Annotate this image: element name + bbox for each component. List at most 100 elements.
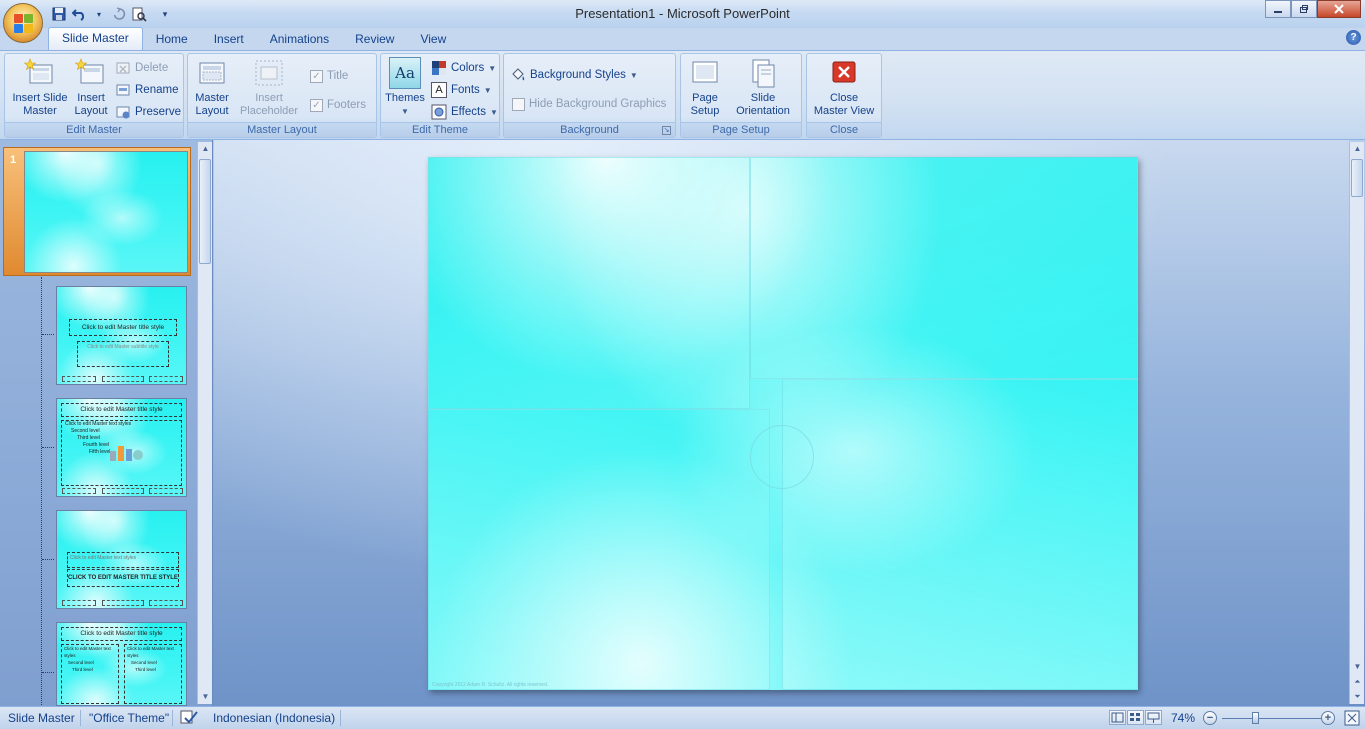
background-styles-button[interactable]: Background Styles ▼ xyxy=(510,66,638,84)
page-setup-group-label: Page Setup xyxy=(681,122,801,137)
preserve-button[interactable]: Preserve xyxy=(115,103,181,121)
status-language[interactable]: Indonesian (Indonesia) xyxy=(213,711,335,725)
zoom-level[interactable]: 74% xyxy=(1171,711,1195,725)
colors-label: Colors xyxy=(451,62,485,74)
spell-check-icon[interactable] xyxy=(180,709,198,728)
tab-insert[interactable]: Insert xyxy=(201,29,257,50)
tab-view[interactable]: View xyxy=(407,29,459,50)
zoom-out-icon[interactable]: − xyxy=(1203,711,1217,725)
layout-thumbnail-title-slide[interactable]: Click to edit Master title style Click t… xyxy=(56,286,187,385)
slide-show-view-button[interactable] xyxy=(1145,710,1162,725)
effects-caret-icon: ▼ xyxy=(489,107,498,117)
tab-animations[interactable]: Animations xyxy=(257,29,342,50)
background-panel xyxy=(428,409,770,690)
close-master-view-label: Close Master View xyxy=(813,92,875,117)
close-window-button[interactable] xyxy=(1317,0,1361,18)
scroll-down-icon[interactable]: ▼ xyxy=(198,690,213,704)
background-panel xyxy=(750,157,1138,379)
zoom-slider-thumb[interactable] xyxy=(1252,712,1259,724)
title-checkbox[interactable]: ✓ Title xyxy=(310,67,348,85)
layout-level2-text: Second level xyxy=(71,428,100,434)
zoom-in-icon[interactable]: + xyxy=(1321,711,1335,725)
slide-orientation-button[interactable]: Slide Orientation xyxy=(727,57,799,118)
fit-to-window-icon[interactable] xyxy=(1344,710,1360,729)
themes-label: Themes xyxy=(385,92,425,104)
tree-connector xyxy=(41,277,42,707)
master-slide-canvas[interactable]: Copyright 2012 Adam R. Schultz. All righ… xyxy=(428,157,1138,690)
hide-background-check-icon: ✓ xyxy=(512,97,525,111)
themes-button[interactable]: Aa Themes ▼ xyxy=(383,57,427,118)
next-slide-icon[interactable]: ⏷ xyxy=(1350,690,1365,704)
master-layout-icon xyxy=(196,57,228,89)
preserve-icon xyxy=(115,104,131,120)
footers-checkbox[interactable]: ✓ Footers xyxy=(310,96,366,114)
colors-button[interactable]: Colors ▼ xyxy=(431,59,496,77)
layout-title-placeholder: CLICK TO EDIT MASTER TITLE STYLE xyxy=(67,569,179,587)
layout-body-right-placeholder: Click to edit Master text styles Second … xyxy=(124,644,182,704)
minimize-button[interactable] xyxy=(1265,0,1291,18)
title-checkbox-label: Title xyxy=(327,70,349,82)
tab-review[interactable]: Review xyxy=(342,29,407,50)
insert-slide-master-label: Insert Slide Master xyxy=(12,92,68,117)
insert-slide-master-button[interactable]: Insert Slide Master xyxy=(9,57,71,118)
background-panel xyxy=(428,157,750,409)
scroll-up-icon[interactable]: ▲ xyxy=(198,142,213,156)
scroll-up-icon[interactable]: ▲ xyxy=(1350,142,1365,156)
insert-placeholder-button[interactable]: Insert Placeholder xyxy=(234,57,304,118)
tab-home[interactable]: Home xyxy=(143,29,201,50)
layout-footer-number xyxy=(149,600,183,606)
office-button[interactable] xyxy=(3,3,43,43)
layout-title-placeholder: Click to edit Master title style xyxy=(61,627,182,641)
dialog-launcher-icon[interactable]: ↘ xyxy=(662,126,671,135)
layout-footer-text xyxy=(102,600,144,606)
insert-layout-label: Insert Layout xyxy=(74,92,108,117)
hide-background-graphics-checkbox[interactable]: ✓ Hide Background Graphics xyxy=(512,95,666,113)
tree-branch xyxy=(42,559,54,560)
master-thumbnail-selected[interactable]: 1 xyxy=(3,147,191,276)
preserve-label: Preserve xyxy=(135,106,182,118)
zoom-slider[interactable] xyxy=(1222,718,1322,719)
master-thumbnail[interactable] xyxy=(24,151,188,273)
insert-layout-button[interactable]: Insert Layout xyxy=(71,57,111,118)
slide-sorter-view-button[interactable] xyxy=(1127,710,1144,725)
layout-body-placeholder: Click to edit Master text styles xyxy=(67,552,179,568)
status-separator xyxy=(340,710,341,726)
slide-scroll-thumb[interactable] xyxy=(1351,159,1363,197)
thumbnail-scroll-thumb[interactable] xyxy=(199,159,211,264)
normal-view-button[interactable] xyxy=(1109,710,1126,725)
help-icon[interactable]: ? xyxy=(1346,30,1361,45)
close-group-label: Close xyxy=(807,122,881,137)
insert-slide-master-icon xyxy=(23,57,56,89)
scroll-down-icon[interactable]: ▼ xyxy=(1350,660,1365,674)
status-separator xyxy=(80,710,81,726)
layout-thumbnail-two-content[interactable]: Click to edit Master title style Click t… xyxy=(56,622,187,706)
layout-thumbnail-title-content[interactable]: Click to edit Master title style Click t… xyxy=(56,398,187,497)
title-check-icon: ✓ xyxy=(310,69,323,83)
layout-level3-text: Third level xyxy=(77,435,101,441)
fonts-icon: A xyxy=(431,82,447,98)
thumbnail-scrollbar[interactable]: ▲ ▼ xyxy=(197,142,212,704)
group-master-layout: Master Layout Insert Placeholder ✓ Title… xyxy=(187,53,377,138)
previous-slide-icon[interactable]: ⏶ xyxy=(1350,675,1365,689)
rename-button[interactable]: Rename xyxy=(115,81,178,99)
thumbnail-pane: 1 Click to edit Master title style Click… xyxy=(0,140,213,707)
tab-slide-master[interactable]: Slide Master xyxy=(48,27,143,50)
master-layout-group-label: Master Layout xyxy=(188,122,376,137)
close-master-view-icon xyxy=(828,57,860,89)
fonts-button[interactable]: A Fonts ▼ xyxy=(431,81,492,99)
layout-thumbnail-section-header[interactable]: Click to edit Master text styles CLICK T… xyxy=(56,510,187,609)
edit-theme-group-label: Edit Theme xyxy=(381,122,499,137)
group-page-setup: Page Setup Slide Orientation Page Setup xyxy=(680,53,802,138)
layout-footer-date xyxy=(62,600,96,606)
delete-button[interactable]: Delete xyxy=(115,59,168,77)
master-layout-label: Master Layout xyxy=(195,92,229,117)
restore-button[interactable] xyxy=(1291,0,1317,18)
page-setup-button[interactable]: Page Setup xyxy=(683,57,727,118)
master-layout-button[interactable]: Master Layout xyxy=(190,57,234,118)
group-edit-theme: Aa Themes ▼ Colors ▼ A Fonts ▼ Effects ▼… xyxy=(380,53,500,138)
group-close: Close Master View Close xyxy=(806,53,882,138)
slide-scrollbar[interactable]: ▲ ▼ ⏶ ⏷ xyxy=(1349,142,1364,704)
close-master-view-button[interactable]: Close Master View xyxy=(809,57,879,118)
window-title: Presentation1 - Microsoft PowerPoint xyxy=(575,6,790,21)
effects-button[interactable]: Effects ▼ xyxy=(431,103,498,121)
